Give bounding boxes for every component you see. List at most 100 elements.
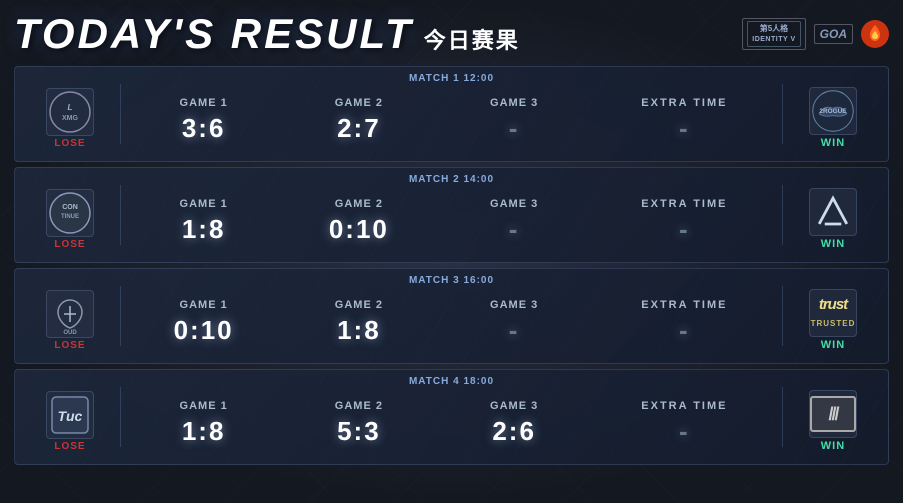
team-left-4: Tuc LOSE [25, 391, 115, 452]
match1-extra-score: - [679, 113, 690, 144]
identity-v-logo: 第5人格IDENTITY V [742, 18, 805, 51]
match-row-2: MATCH 2 14:00 CON TINUE LOSE GAME 1 1:8 [14, 167, 889, 263]
divider-3a [120, 286, 121, 346]
match4-game1: GAME 1 1:8 [154, 400, 254, 447]
team-left-2: CON TINUE LOSE [25, 189, 115, 250]
match3-game2-score: 1:8 [337, 315, 381, 346]
svg-text:2ROGUE: 2ROGUE [819, 108, 847, 115]
match3-extra-score: - [679, 315, 690, 346]
team-right-1-result: WIN [821, 137, 845, 149]
divider-4b [782, 387, 783, 447]
match3-game3: GAME 3 - [464, 299, 564, 346]
team-right-4-result: WIN [821, 440, 845, 452]
match1-game2: GAME 2 2:7 [309, 97, 409, 144]
svg-text:CON: CON [62, 204, 78, 211]
oud-logo: OUD [46, 290, 94, 338]
divider-2a [120, 185, 121, 245]
page-container: TODAY'S RESULT 今日赛果 第5人格IDENTITY V GOA M… [0, 0, 903, 503]
fire-logo [861, 20, 889, 48]
match1-game2-label: GAME 2 [335, 97, 383, 109]
match2-game1: GAME 1 1:8 [154, 198, 254, 245]
match4-game3: GAME 3 2:6 [464, 400, 564, 447]
match1-extra-label: EXTRA TIME [641, 97, 727, 109]
team-right-3: trust TRUSTED WIN [788, 289, 878, 351]
trust-logo: trust TRUSTED [809, 289, 857, 337]
match1-game1: GAME 1 3:6 [154, 97, 254, 144]
team-left-3-result: LOSE [54, 340, 85, 351]
match2-game3: GAME 3 - [464, 198, 564, 245]
svg-text:OUD: OUD [63, 330, 77, 336]
match2-game1-score: 1:8 [182, 214, 226, 245]
777-logo: /// [809, 390, 857, 438]
match1-game3: GAME 3 - [464, 97, 564, 144]
match3-game2-label: GAME 2 [335, 299, 383, 311]
match4-extra-label: EXTRA TIME [641, 400, 727, 412]
match1-game3-score: - [509, 113, 520, 144]
sa-logo [809, 188, 857, 236]
games-section-1: GAME 1 3:6 GAME 2 2:7 GAME 3 - EXTRA TIM… [126, 97, 777, 144]
match1-game2-score: 2:7 [337, 113, 381, 144]
match4-game1-label: GAME 1 [180, 400, 228, 412]
team-left-2-result: LOSE [54, 239, 85, 250]
team-left-4-result: LOSE [54, 441, 85, 452]
match3-game1-score: 0:10 [174, 315, 234, 346]
xmg-logo: L XMG [46, 88, 94, 136]
2rogue-logo: 2ROGUE [809, 87, 857, 135]
match2-game3-score: - [509, 214, 520, 245]
777-text: /// [810, 396, 856, 432]
match-row-3: MATCH 3 16:00 OUD LOSE GAME 1 0:10 [14, 268, 889, 364]
match-4-label: MATCH 4 18:00 [409, 376, 494, 387]
match4-game1-score: 1:8 [182, 416, 226, 447]
match3-extra-label: EXTRA TIME [641, 299, 727, 311]
match4-extra-score: - [679, 416, 690, 447]
goa-logo: GOA [814, 24, 853, 44]
match-row-4: MATCH 4 18:00 Tuc LOSE GAME 1 1:8 GAME 2 [14, 369, 889, 465]
match2-game3-label: GAME 3 [490, 198, 538, 210]
header: TODAY'S RESULT 今日赛果 第5人格IDENTITY V GOA [14, 10, 889, 58]
match4-game2: GAME 2 5:3 [309, 400, 409, 447]
matches-container: MATCH 1 12:00 L XMG LOSE GAME 1 3:6 [14, 66, 889, 465]
games-section-4: GAME 1 1:8 GAME 2 5:3 GAME 3 2:6 EXTRA T… [126, 400, 777, 447]
match3-extra: EXTRA TIME - [619, 299, 749, 346]
match4-game3-label: GAME 3 [490, 400, 538, 412]
divider-4a [120, 387, 121, 447]
logos: 第5人格IDENTITY V GOA [742, 18, 889, 51]
divider-3b [782, 286, 783, 346]
match-1-label: MATCH 1 12:00 [409, 73, 494, 84]
games-section-3: GAME 1 0:10 GAME 2 1:8 GAME 3 - EXTRA TI… [126, 299, 777, 346]
trust-text: trust TRUSTED [811, 296, 856, 330]
match2-game1-label: GAME 1 [180, 198, 228, 210]
divider-1b [782, 84, 783, 144]
match1-game3-label: GAME 3 [490, 97, 538, 109]
match-row-1: MATCH 1 12:00 L XMG LOSE GAME 1 3:6 [14, 66, 889, 162]
match2-game2-label: GAME 2 [335, 198, 383, 210]
title-block: TODAY'S RESULT 今日赛果 [14, 10, 520, 58]
match3-game2: GAME 2 1:8 [309, 299, 409, 346]
page-title-en: TODAY'S RESULT [14, 10, 414, 58]
page-title-cn: 今日赛果 [424, 23, 520, 55]
team-right-4: /// WIN [788, 390, 878, 452]
divider-1a [120, 84, 121, 144]
match3-game1: GAME 1 0:10 [154, 299, 254, 346]
svg-text:XMG: XMG [62, 115, 79, 122]
match1-extra: EXTRA TIME - [619, 97, 749, 144]
match4-game2-score: 5:3 [337, 416, 381, 447]
match2-extra-label: EXTRA TIME [641, 198, 727, 210]
continue-logo: CON TINUE [46, 189, 94, 237]
team-left-3: OUD LOSE [25, 290, 115, 351]
match4-game2-label: GAME 2 [335, 400, 383, 412]
svg-text:L: L [68, 103, 73, 112]
team-left-1: L XMG LOSE [25, 88, 115, 149]
match4-extra: EXTRA TIME - [619, 400, 749, 447]
match4-game3-score: 2:6 [492, 416, 536, 447]
svg-text:TINUE: TINUE [61, 214, 79, 220]
svg-text:Tuc: Tuc [58, 408, 83, 424]
team-right-2: WIN [788, 188, 878, 250]
match2-game2: GAME 2 0:10 [309, 198, 409, 245]
match2-game2-score: 0:10 [329, 214, 389, 245]
match2-extra-score: - [679, 214, 690, 245]
match-3-label: MATCH 3 16:00 [409, 275, 494, 286]
team-right-2-result: WIN [821, 238, 845, 250]
divider-2b [782, 185, 783, 245]
match3-game1-label: GAME 1 [180, 299, 228, 311]
